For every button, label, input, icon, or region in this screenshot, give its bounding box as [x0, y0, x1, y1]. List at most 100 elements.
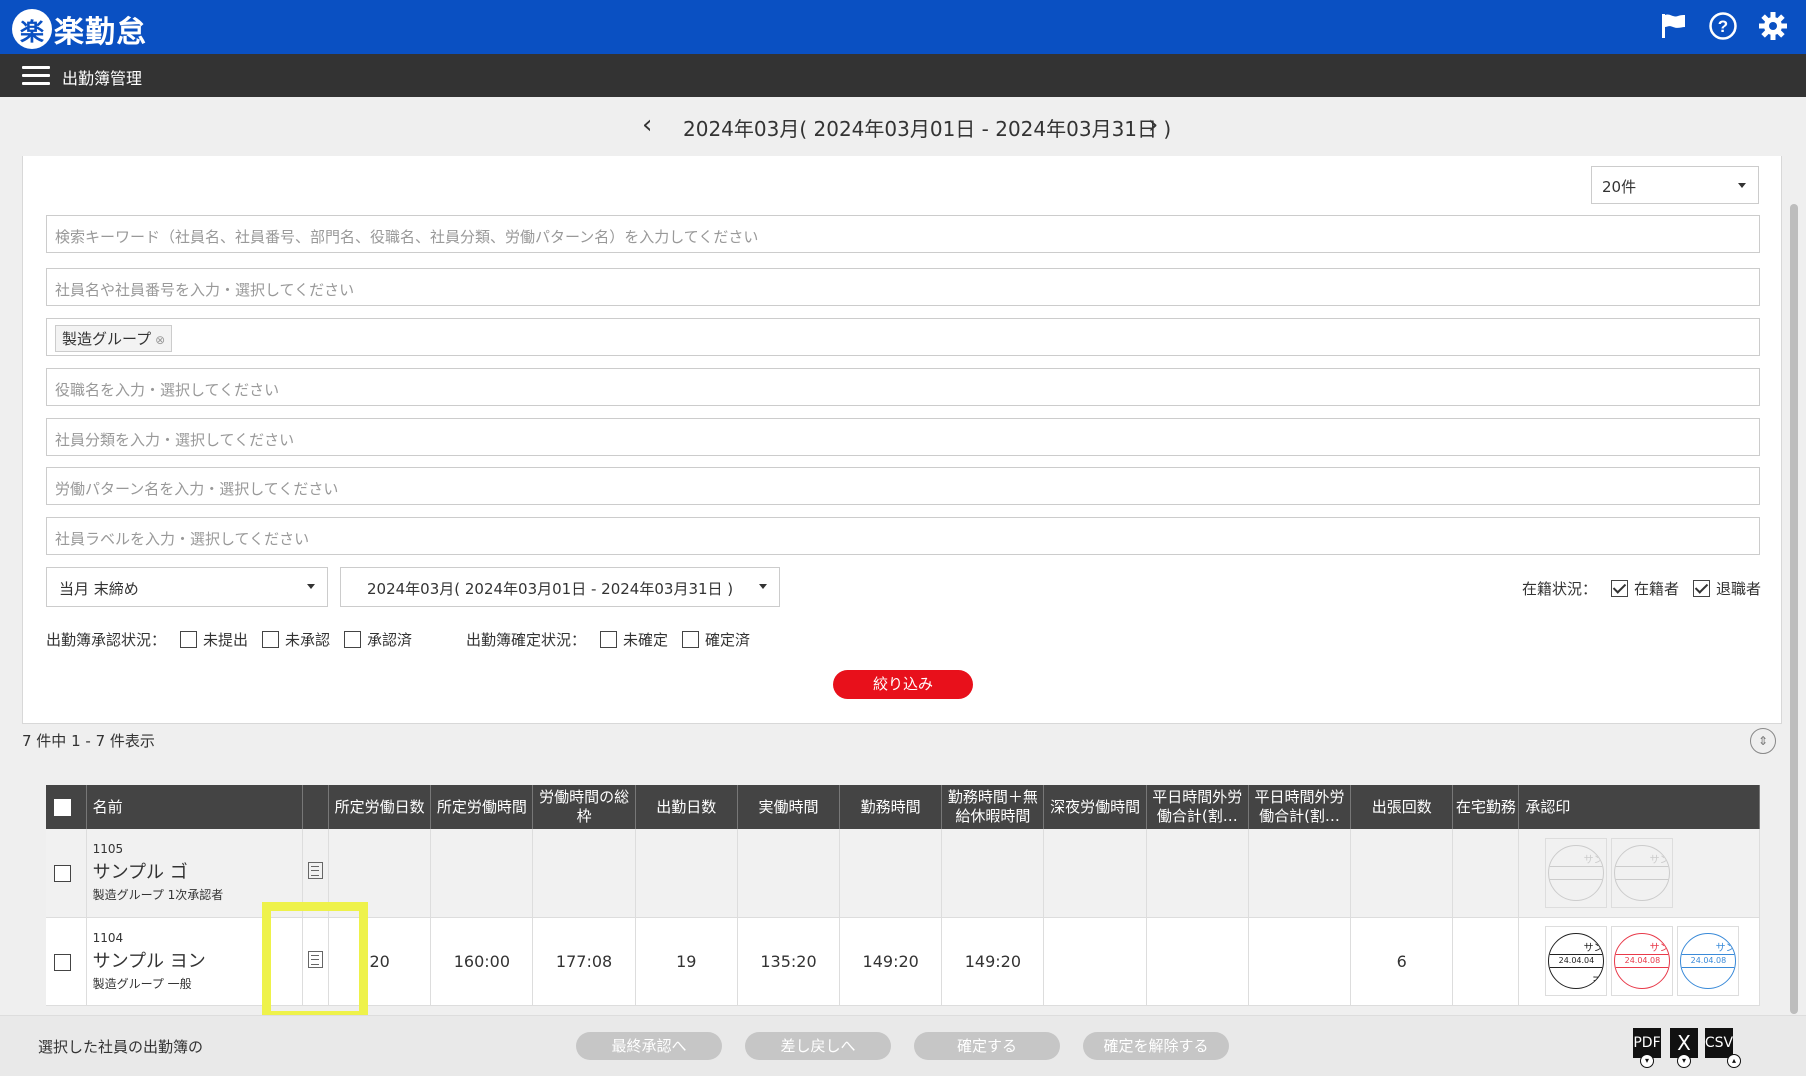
label-input[interactable]: 社員ラベルを入力・選択してください	[46, 517, 1760, 555]
flag-icon[interactable]	[1656, 9, 1690, 43]
per-page-select[interactable]: 20件	[1591, 166, 1759, 204]
checkbox[interactable]	[1693, 580, 1711, 597]
filter-submit-button[interactable]: 絞り込み	[833, 670, 973, 699]
next-period-button[interactable]: ›	[1148, 110, 1158, 140]
cell-trips: 6	[1350, 917, 1454, 1006]
cell-work-plus-leave	[941, 829, 1045, 918]
checkbox[interactable]	[682, 631, 700, 648]
checkbox[interactable]	[180, 631, 198, 648]
approved-checkbox[interactable]: 承認済	[344, 629, 412, 650]
row-checkbox[interactable]	[54, 865, 72, 883]
header-overtime-1[interactable]: 平日時間外労 働合計(割…	[1146, 785, 1249, 829]
keyword-search-input[interactable]: 検索キーワード（社員名、社員番号、部門名、役職名、社員分類、労働パターン名）を入…	[46, 215, 1760, 253]
scrollbar[interactable]	[1788, 156, 1800, 1016]
group-tag[interactable]: 製造グループ ⊗	[55, 325, 173, 352]
employee-input[interactable]: 社員名や社員番号を入力・選択してください	[46, 268, 1760, 306]
unconfirmed-checkbox[interactable]: 未確定	[600, 629, 668, 650]
header-doc	[302, 785, 330, 829]
unapproved-checkbox[interactable]: 未承認	[262, 629, 330, 650]
cell-work-hours: 149:20	[839, 917, 943, 1006]
checkbox[interactable]	[1611, 580, 1629, 597]
select-all-cell	[46, 785, 87, 829]
header-line: 勤務時間＋無	[947, 788, 1038, 807]
send-back-button[interactable]: 差し戻しへ	[745, 1032, 891, 1060]
header-line: 平日時間外労	[1152, 788, 1243, 807]
stamp-bottom: ヨン	[1591, 974, 1604, 988]
cell-attendance-days: 19	[635, 917, 738, 1006]
employee-number: 1105	[92, 842, 124, 857]
cell-overtime-2	[1248, 917, 1352, 1006]
confirm-label: 出勤簿確定状況：	[466, 631, 587, 649]
header-overtime-2[interactable]: 平日時間外労 働合計(割…	[1248, 785, 1352, 829]
pattern-input[interactable]: 労働パターン名を入力・選択してください	[46, 467, 1760, 505]
checkbox[interactable]	[344, 631, 362, 648]
cell-overtime-1	[1146, 917, 1249, 1006]
confirm-status: 出勤簿確定状況： 未確定 確定済	[466, 629, 750, 650]
employee-name[interactable]: サンプル ゴ	[93, 858, 302, 884]
header-work-plus-leave[interactable]: 勤務時間＋無 給休暇時間	[941, 785, 1045, 829]
header-name[interactable]: 名前	[86, 785, 304, 829]
stamp-date: 24.04.08	[1681, 954, 1736, 968]
period-select[interactable]: 2024年03月( 2024年03月01日 - 2024年03月31日 )	[340, 567, 780, 607]
stamp-top: サンプル	[1583, 943, 1604, 954]
unconfirm-button[interactable]: 確定を解除する	[1083, 1032, 1229, 1060]
header-stamps: 承認印	[1518, 785, 1760, 829]
header-actual-hours[interactable]: 実働時間	[737, 785, 841, 829]
cell-trips	[1350, 829, 1454, 918]
approval-stamp: サンプル 24.04.04 ヨン	[1548, 933, 1605, 989]
gear-icon[interactable]	[1756, 9, 1790, 43]
approved-label: 承認済	[367, 631, 413, 649]
closing-select[interactable]: 当月 末締め	[46, 567, 328, 607]
position-input[interactable]: 役職名を入力・選択してください	[46, 368, 1760, 406]
collapse-icon[interactable]: ⇕	[1750, 728, 1776, 754]
stamp-bottom: ゴ	[1576, 884, 1603, 900]
confirm-button[interactable]: 確定する	[914, 1032, 1060, 1060]
stamp-slot: サンプル 24.04.08 ニ	[1677, 926, 1740, 996]
stamp-bottom: ニ	[1642, 884, 1669, 900]
remove-tag-icon[interactable]: ⊗	[155, 333, 165, 347]
document-icon[interactable]	[308, 862, 324, 880]
scrollbar-thumb[interactable]	[1790, 204, 1798, 1014]
pdf-export-icon[interactable]: PDF ▾	[1633, 1028, 1661, 1068]
help-icon[interactable]: ?	[1706, 9, 1740, 43]
csv-label: CSV	[1704, 1035, 1734, 1051]
stamp-slot: サンプル 24.04.08 ゴ	[1611, 926, 1674, 996]
stamp-top: サンプル	[1583, 854, 1604, 866]
enrolled-checkbox[interactable]: 在籍者	[1611, 578, 1679, 599]
header-attendance-days[interactable]: 出勤日数	[635, 785, 738, 829]
cell-overtime-1	[1146, 829, 1249, 918]
unconfirmed-label: 未確定	[623, 631, 669, 649]
csv-export-icon[interactable]: CSV ▴	[1704, 1028, 1741, 1068]
header-scheduled-days[interactable]: 所定労働日数	[328, 785, 432, 829]
period-select-value: 2024年03月( 2024年03月01日 - 2024年03月31日 )	[367, 580, 734, 598]
confirmed-label: 確定済	[705, 631, 751, 649]
final-approve-button[interactable]: 最終承認へ	[576, 1032, 722, 1060]
excel-export-icon[interactable]: X ▾	[1670, 1028, 1698, 1068]
header-total-frame[interactable]: 労働時間の総枠	[532, 785, 636, 829]
header-night-hours[interactable]: 深夜労働時間	[1043, 785, 1147, 829]
top-bar: 楽 楽勤怠 ?	[0, 0, 1806, 54]
period-label: 2024年03月( 2024年03月01日 - 2024年03月31日 )	[683, 117, 1172, 141]
logo-mark: 楽	[12, 9, 52, 49]
page-title: 出勤簿管理	[62, 69, 143, 88]
header-work-hours[interactable]: 勤務時間	[839, 785, 943, 829]
cell-night-hours	[1043, 917, 1147, 1006]
row-checkbox[interactable]	[54, 953, 72, 971]
header-remote[interactable]: 在宅勤務	[1452, 785, 1520, 829]
stamp-date	[1549, 865, 1604, 880]
checkbox[interactable]	[600, 631, 618, 648]
stamp-slot: サンプル ニ	[1611, 837, 1674, 908]
retired-checkbox[interactable]: 退職者	[1693, 578, 1761, 599]
app-logo[interactable]: 楽 楽勤怠	[12, 7, 147, 51]
prev-period-button[interactable]: ‹	[642, 110, 652, 140]
group-input[interactable]: 製造グループ ⊗	[46, 318, 1760, 356]
unsubmitted-checkbox[interactable]: 未提出	[180, 629, 248, 650]
cell-total-frame	[532, 829, 636, 918]
header-trips[interactable]: 出張回数	[1350, 785, 1454, 829]
checkbox[interactable]	[262, 631, 280, 648]
confirmed-checkbox[interactable]: 確定済	[682, 629, 750, 650]
menu-icon[interactable]	[22, 66, 50, 86]
category-input[interactable]: 社員分類を入力・選択してください	[46, 418, 1760, 456]
header-scheduled-hours[interactable]: 所定労働時間	[430, 785, 534, 829]
select-all-checkbox[interactable]	[54, 798, 72, 816]
